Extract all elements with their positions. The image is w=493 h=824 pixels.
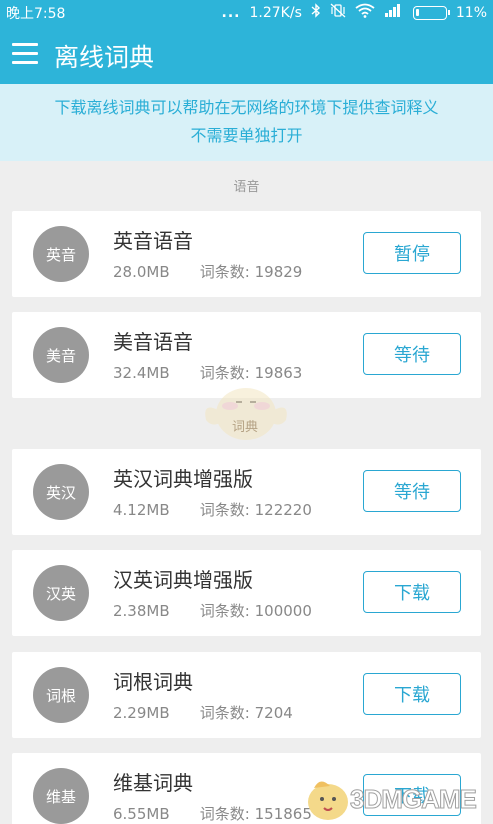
dictionary-name: 美音语音 <box>113 330 193 354</box>
notice-banner: 下载离线词典可以帮助在无网络的环境下提供查词释义 不需要单独打开 <box>0 84 493 161</box>
status-dots: ... <box>221 4 241 21</box>
notice-line-2: 不需要单独打开 <box>190 126 303 145</box>
watermark-text: 3DMGAME <box>350 784 478 815</box>
section-label-voice: 语音 <box>233 180 260 195</box>
dictionary-entries: 词条数: 19829 <box>199 263 303 281</box>
dictionary-entries: 词条数: 100000 <box>199 602 312 620</box>
dictionary-badge: 汉英 <box>33 565 89 621</box>
signal-icon <box>384 3 404 22</box>
mascot-label: 词典 <box>232 420 259 435</box>
dictionary-card: 词根 词根词典 2.29MB 词条数: 7204 下载 <box>12 652 481 738</box>
dictionary-entries: 词条数: 151865 <box>199 805 312 823</box>
dictionary-entries: 词条数: 122220 <box>199 501 312 519</box>
dictionary-size: 2.38MB <box>113 602 170 620</box>
battery-percent: 11% <box>455 4 487 21</box>
dictionary-name: 英汉词典增强版 <box>113 467 253 491</box>
notice-line-1: 下载离线词典可以帮助在无网络的环境下提供查词释义 <box>54 98 439 117</box>
dictionary-card: 英音 英音语音 28.0MB 词条数: 19829 暂停 <box>12 211 481 297</box>
dictionary-meta: 2.29MB 词条数: 7204 <box>113 702 293 723</box>
dictionary-meta: 2.38MB 词条数: 100000 <box>113 600 312 621</box>
dictionary-badge: 英音 <box>33 226 89 282</box>
download-button[interactable]: 下载 <box>363 673 461 715</box>
dictionary-badge: 维基 <box>33 768 89 824</box>
dictionary-meta: 28.0MB 词条数: 19829 <box>113 261 302 282</box>
battery-fill <box>415 8 419 16</box>
dictionary-size: 32.4MB <box>113 364 170 382</box>
pause-button[interactable]: 暂停 <box>363 232 461 274</box>
dictionary-entries: 词条数: 7204 <box>199 704 293 722</box>
dictionary-size: 4.12MB <box>113 501 170 519</box>
dictionary-badge: 英汉 <box>33 464 89 520</box>
dictionary-meta: 6.55MB 词条数: 151865 <box>113 803 312 824</box>
vibrate-off-icon <box>330 3 346 22</box>
dictionary-name: 维基词典 <box>113 771 193 795</box>
dictionary-name: 词根词典 <box>113 670 193 694</box>
dictionary-card: 汉英 汉英词典增强版 2.38MB 词条数: 100000 下载 <box>12 550 481 636</box>
status-bar: 晚上7:58 ... 1.27K/s 11% <box>0 0 493 24</box>
wait-button[interactable]: 等待 <box>363 333 461 375</box>
menu-icon[interactable] <box>12 43 38 65</box>
dictionary-size: 28.0MB <box>113 263 170 281</box>
dictionary-badge: 美音 <box>33 327 89 383</box>
dictionary-meta: 4.12MB 词条数: 122220 <box>113 499 312 520</box>
download-button[interactable]: 下载 <box>363 571 461 613</box>
dictionary-name: 英音语音 <box>113 229 193 253</box>
dictionary-badge: 词根 <box>33 667 89 723</box>
status-time: 晚上7:58 <box>6 6 66 22</box>
page-title: 离线词典 <box>54 43 155 72</box>
mascot-watermark-icon <box>205 388 287 440</box>
wifi-icon <box>355 3 375 22</box>
bluetooth-icon <box>311 3 321 22</box>
dictionary-size: 6.55MB <box>113 805 170 823</box>
dictionary-name: 汉英词典增强版 <box>113 568 253 592</box>
status-icons: ... 1.27K/s 11% <box>222 3 487 22</box>
dictionary-card: 英汉 英汉词典增强版 4.12MB 词条数: 122220 等待 <box>12 449 481 535</box>
wait-button[interactable]: 等待 <box>363 470 461 512</box>
battery-icon <box>412 5 450 20</box>
dictionary-size: 2.29MB <box>113 704 170 722</box>
network-speed: 1.27K/s <box>249 4 302 21</box>
app-bar: 离线词典 <box>0 24 493 84</box>
